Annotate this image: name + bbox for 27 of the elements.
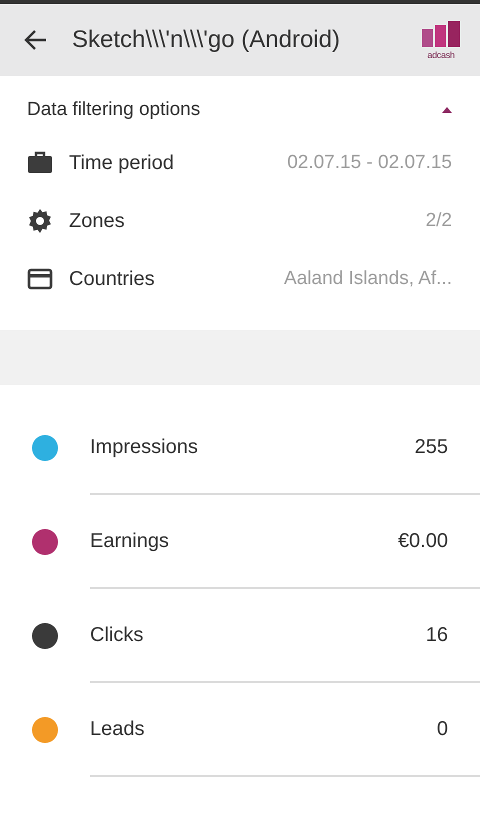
bar-chart-icon	[422, 20, 460, 46]
stat-label: Clicks	[90, 623, 144, 648]
back-button[interactable]	[24, 28, 48, 52]
stat-label: Earnings	[90, 529, 170, 554]
stat-value: 16	[426, 623, 448, 648]
app-title: Sketch\\\'n\\\'go (Android)	[72, 25, 341, 55]
logo-text: adcash	[427, 50, 455, 60]
back-arrow-icon	[24, 28, 48, 51]
credit-card-icon	[27, 266, 53, 292]
briefcase-icon	[27, 150, 53, 176]
filter-value: 02.07.15 - 02.07.15	[287, 150, 452, 175]
filter-row[interactable]: Time period 02.07.15 - 02.07.15	[27, 134, 452, 192]
stat-value: 255	[414, 435, 448, 460]
stat-value: €0.00	[398, 529, 448, 554]
filter-value: Aaland Islands, Af...	[284, 266, 452, 291]
filter-row[interactable]: Countries Aaland Islands, Af...	[27, 250, 452, 308]
stat-value: 0	[436, 717, 448, 742]
settings-icon	[27, 208, 53, 234]
filter-label: Zones	[69, 209, 126, 234]
stat-label: Impressions	[90, 435, 199, 460]
section-title: Data filtering options	[27, 98, 200, 122]
filter-label: Time period	[69, 151, 175, 176]
filter-row[interactable]: Zones 2/2	[27, 192, 452, 250]
filter-label: Countries	[69, 267, 156, 292]
collapse-caret-icon[interactable]	[442, 107, 452, 113]
filter-value: 2/2	[426, 208, 452, 233]
stat-label: Leads	[90, 717, 146, 742]
